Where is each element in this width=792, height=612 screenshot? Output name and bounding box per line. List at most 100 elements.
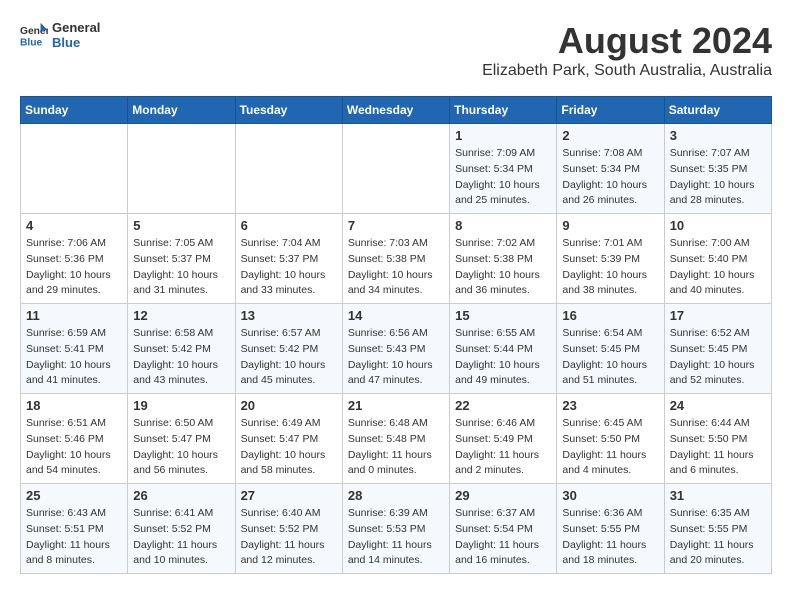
day-detail: Sunrise: 6:46 AMSunset: 5:49 PMDaylight:… bbox=[455, 416, 551, 479]
calendar-cell: 19Sunrise: 6:50 AMSunset: 5:47 PMDayligh… bbox=[128, 394, 235, 484]
calendar-cell bbox=[235, 124, 342, 214]
day-number: 20 bbox=[241, 398, 337, 413]
location: Elizabeth Park, South Australia, Austral… bbox=[482, 62, 772, 80]
day-detail: Sunrise: 7:07 AMSunset: 5:35 PMDaylight:… bbox=[670, 146, 766, 209]
calendar-cell: 16 Sunrise: 6:54 AMSunset: 5:45 PMDayligh… bbox=[557, 304, 664, 394]
day-number: 25 bbox=[26, 488, 122, 503]
day-detail: Sunrise: 7:03 AMSunset: 5:38 PMDaylight:… bbox=[348, 236, 444, 299]
calendar-cell: 3 Sunrise: 7:07 AMSunset: 5:35 PMDaylight… bbox=[664, 124, 771, 214]
day-detail: Sunrise: 6:56 AMSunset: 5:43 PMDaylight:… bbox=[348, 326, 444, 389]
day-detail: Sunrise: 6:44 AMSunset: 5:50 PMDaylight:… bbox=[670, 416, 766, 479]
day-number: 8 bbox=[455, 218, 551, 233]
weekday-header-monday: Monday bbox=[128, 97, 235, 124]
day-detail: Sunrise: 7:02 AMSunset: 5:38 PMDaylight:… bbox=[455, 236, 551, 299]
logo-blue-text: Blue bbox=[52, 35, 100, 50]
day-detail: Sunrise: 6:58 AMSunset: 5:42 PMDaylight:… bbox=[133, 326, 229, 389]
calendar-cell: 23 Sunrise: 6:45 AMSunset: 5:50 PMDayligh… bbox=[557, 394, 664, 484]
calendar-cell: 12 Sunrise: 6:58 AMSunset: 5:42 PMDayligh… bbox=[128, 304, 235, 394]
calendar-cell: 27 Sunrise: 6:40 AMSunset: 5:52 PMDayligh… bbox=[235, 484, 342, 574]
day-number: 30 bbox=[562, 488, 658, 503]
calendar-cell: 13Sunrise: 6:57 AMSunset: 5:42 PMDayligh… bbox=[235, 304, 342, 394]
calendar-week-1: 1Sunrise: 7:09 AMSunset: 5:34 PMDaylight… bbox=[21, 124, 772, 214]
day-detail: Sunrise: 6:35 AMSunset: 5:55 PMDaylight:… bbox=[670, 506, 766, 569]
calendar-cell: 24 Sunrise: 6:44 AMSunset: 5:50 PMDayligh… bbox=[664, 394, 771, 484]
calendar-week-5: 25 Sunrise: 6:43 AMSunset: 5:51 PMDayligh… bbox=[21, 484, 772, 574]
day-number: 1 bbox=[455, 128, 551, 143]
day-detail: Sunrise: 7:05 AMSunset: 5:37 PMDaylight:… bbox=[133, 236, 229, 299]
weekday-header-tuesday: Tuesday bbox=[235, 97, 342, 124]
logo-icon: General Blue bbox=[20, 21, 48, 49]
day-detail: Sunrise: 6:52 AMSunset: 5:45 PMDaylight:… bbox=[670, 326, 766, 389]
calendar-table: SundayMondayTuesdayWednesdayThursdayFrid… bbox=[20, 96, 772, 574]
day-number: 12 bbox=[133, 308, 229, 323]
calendar-cell: 21Sunrise: 6:48 AMSunset: 5:48 PMDayligh… bbox=[342, 394, 449, 484]
day-detail: Sunrise: 6:36 AMSunset: 5:55 PMDaylight:… bbox=[562, 506, 658, 569]
day-detail: Sunrise: 6:49 AMSunset: 5:47 PMDaylight:… bbox=[241, 416, 337, 479]
day-number: 16 bbox=[562, 308, 658, 323]
calendar-cell bbox=[128, 124, 235, 214]
weekday-header-wednesday: Wednesday bbox=[342, 97, 449, 124]
calendar-cell: 29Sunrise: 6:37 AMSunset: 5:54 PMDayligh… bbox=[450, 484, 557, 574]
calendar-cell: 28Sunrise: 6:39 AMSunset: 5:53 PMDayligh… bbox=[342, 484, 449, 574]
calendar-cell: 17 Sunrise: 6:52 AMSunset: 5:45 PMDayligh… bbox=[664, 304, 771, 394]
calendar-cell: 15Sunrise: 6:55 AMSunset: 5:44 PMDayligh… bbox=[450, 304, 557, 394]
day-detail: Sunrise: 6:50 AMSunset: 5:47 PMDaylight:… bbox=[133, 416, 229, 479]
page-header: General Blue General Blue August 2024 El… bbox=[20, 20, 772, 80]
weekday-header-thursday: Thursday bbox=[450, 97, 557, 124]
day-number: 26 bbox=[133, 488, 229, 503]
day-number: 22 bbox=[455, 398, 551, 413]
day-number: 18 bbox=[26, 398, 122, 413]
svg-text:Blue: Blue bbox=[20, 37, 43, 48]
day-detail: Sunrise: 6:48 AMSunset: 5:48 PMDaylight:… bbox=[348, 416, 444, 479]
calendar-cell: 7Sunrise: 7:03 AMSunset: 5:38 PMDaylight… bbox=[342, 214, 449, 304]
day-detail: Sunrise: 7:01 AMSunset: 5:39 PMDaylight:… bbox=[562, 236, 658, 299]
day-detail: Sunrise: 6:54 AMSunset: 5:45 PMDaylight:… bbox=[562, 326, 658, 389]
day-detail: Sunrise: 6:51 AMSunset: 5:46 PMDaylight:… bbox=[26, 416, 122, 479]
calendar-cell: 6Sunrise: 7:04 AMSunset: 5:37 PMDaylight… bbox=[235, 214, 342, 304]
weekday-header-friday: Friday bbox=[557, 97, 664, 124]
month-year: August 2024 bbox=[482, 20, 772, 62]
day-detail: Sunrise: 6:41 AMSunset: 5:52 PMDaylight:… bbox=[133, 506, 229, 569]
calendar-cell: 22 Sunrise: 6:46 AMSunset: 5:49 PMDayligh… bbox=[450, 394, 557, 484]
calendar-cell: 20 Sunrise: 6:49 AMSunset: 5:47 PMDayligh… bbox=[235, 394, 342, 484]
calendar-cell: 14 Sunrise: 6:56 AMSunset: 5:43 PMDayligh… bbox=[342, 304, 449, 394]
day-number: 15 bbox=[455, 308, 551, 323]
day-number: 29 bbox=[455, 488, 551, 503]
calendar-cell: 10Sunrise: 7:00 AMSunset: 5:40 PMDayligh… bbox=[664, 214, 771, 304]
calendar-week-2: 4Sunrise: 7:06 AMSunset: 5:36 PMDaylight… bbox=[21, 214, 772, 304]
calendar-cell: 2Sunrise: 7:08 AMSunset: 5:34 PMDaylight… bbox=[557, 124, 664, 214]
day-detail: Sunrise: 7:04 AMSunset: 5:37 PMDaylight:… bbox=[241, 236, 337, 299]
day-detail: Sunrise: 6:43 AMSunset: 5:51 PMDaylight:… bbox=[26, 506, 122, 569]
calendar-cell: 25 Sunrise: 6:43 AMSunset: 5:51 PMDayligh… bbox=[21, 484, 128, 574]
calendar-cell: 18 Sunrise: 6:51 AMSunset: 5:46 PMDayligh… bbox=[21, 394, 128, 484]
calendar-body: 1Sunrise: 7:09 AMSunset: 5:34 PMDaylight… bbox=[21, 124, 772, 574]
day-number: 24 bbox=[670, 398, 766, 413]
day-number: 11 bbox=[26, 308, 122, 323]
weekday-header-row: SundayMondayTuesdayWednesdayThursdayFrid… bbox=[21, 97, 772, 124]
calendar-week-3: 11 Sunrise: 6:59 AMSunset: 5:41 PMDayligh… bbox=[21, 304, 772, 394]
calendar-cell bbox=[342, 124, 449, 214]
weekday-header-saturday: Saturday bbox=[664, 97, 771, 124]
day-number: 23 bbox=[562, 398, 658, 413]
day-detail: Sunrise: 7:06 AMSunset: 5:36 PMDaylight:… bbox=[26, 236, 122, 299]
title-block: August 2024 Elizabeth Park, South Austra… bbox=[482, 20, 772, 80]
weekday-header-sunday: Sunday bbox=[21, 97, 128, 124]
day-number: 10 bbox=[670, 218, 766, 233]
day-number: 17 bbox=[670, 308, 766, 323]
day-number: 9 bbox=[562, 218, 658, 233]
calendar-cell bbox=[21, 124, 128, 214]
calendar-cell: 11 Sunrise: 6:59 AMSunset: 5:41 PMDayligh… bbox=[21, 304, 128, 394]
day-detail: Sunrise: 6:45 AMSunset: 5:50 PMDaylight:… bbox=[562, 416, 658, 479]
day-detail: Sunrise: 6:57 AMSunset: 5:42 PMDaylight:… bbox=[241, 326, 337, 389]
day-number: 31 bbox=[670, 488, 766, 503]
day-number: 27 bbox=[241, 488, 337, 503]
calendar-cell: 1Sunrise: 7:09 AMSunset: 5:34 PMDaylight… bbox=[450, 124, 557, 214]
calendar-cell: 30 Sunrise: 6:36 AMSunset: 5:55 PMDayligh… bbox=[557, 484, 664, 574]
day-detail: Sunrise: 6:39 AMSunset: 5:53 PMDaylight:… bbox=[348, 506, 444, 569]
day-number: 3 bbox=[670, 128, 766, 143]
day-number: 14 bbox=[348, 308, 444, 323]
calendar-cell: 5Sunrise: 7:05 AMSunset: 5:37 PMDaylight… bbox=[128, 214, 235, 304]
day-detail: Sunrise: 6:59 AMSunset: 5:41 PMDaylight:… bbox=[26, 326, 122, 389]
day-number: 2 bbox=[562, 128, 658, 143]
day-detail: Sunrise: 6:40 AMSunset: 5:52 PMDaylight:… bbox=[241, 506, 337, 569]
